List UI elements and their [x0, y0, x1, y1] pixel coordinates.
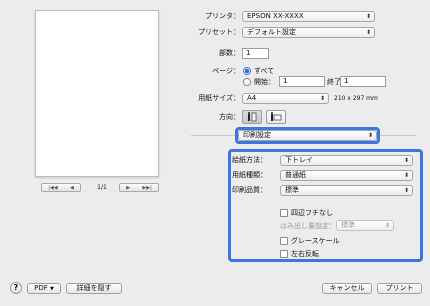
preset-value: デフォルト設定: [247, 28, 296, 36]
page-preview: [35, 10, 159, 177]
media-type-value: 普通紙: [285, 171, 306, 179]
chevron-updown-icon: ⬍: [384, 222, 390, 229]
page-indicator: 1/1: [97, 184, 107, 191]
copies-label: 部数：: [219, 49, 240, 57]
chevron-updown-icon: ⬍: [367, 132, 373, 139]
portrait-button[interactable]: [242, 110, 262, 124]
pages-from-input[interactable]: 1: [279, 76, 325, 87]
pages-range-radio[interactable]: [243, 78, 251, 86]
pages-to-input[interactable]: 1: [340, 76, 386, 87]
next-page-icon[interactable]: ▶: [126, 185, 130, 191]
preset-label: プリセット：: [198, 28, 240, 36]
expansion-value: 標準: [341, 221, 355, 229]
section-value: 印刷設定: [243, 131, 271, 139]
paper-source-label: 給紙方法：: [232, 156, 267, 164]
copies-input[interactable]: 1: [242, 48, 269, 59]
first-page-icon[interactable]: |◀◀: [48, 185, 57, 191]
printer-select[interactable]: EPSON XX-XXXX ⬍: [242, 11, 375, 22]
help-button[interactable]: ?: [10, 282, 22, 294]
printer-label: プリンタ：: [205, 12, 240, 20]
orientation-label: 方向：: [219, 113, 240, 121]
preview-nav-back: |◀◀ ◀: [41, 183, 81, 192]
paper-size-value: A4: [247, 94, 257, 102]
grayscale-checkbox[interactable]: [280, 237, 288, 245]
separator-left: [191, 135, 235, 136]
separator-right: [380, 135, 416, 136]
portrait-icon: [248, 112, 257, 122]
paper-dimensions: 210 x 297 mm: [334, 95, 378, 102]
mirror-checkbox[interactable]: [280, 250, 288, 258]
paper-source-value: 下トレイ: [285, 156, 313, 164]
chevron-updown-icon: ⬍: [403, 187, 409, 194]
pages-from-label: 開始：: [254, 78, 275, 86]
chevron-updown-icon: ⬍: [403, 157, 409, 164]
section-select[interactable]: 印刷設定 ⬍: [238, 130, 377, 141]
chevron-updown-icon: ⬍: [365, 13, 371, 20]
landscape-button[interactable]: [266, 110, 286, 124]
pages-all-radio[interactable]: [243, 67, 251, 75]
pages-all-label: すべて: [254, 67, 275, 75]
expansion-select[interactable]: 標準 ⬍: [336, 220, 394, 231]
pdf-label: PDF: [34, 284, 48, 292]
last-page-icon[interactable]: ▶▶|: [142, 185, 151, 191]
help-icon: ?: [13, 283, 19, 292]
paper-size-label: 用紙サイズ：: [198, 94, 240, 102]
preview-nav-forward: ▶ ▶▶|: [119, 183, 159, 192]
paper-size-select[interactable]: A4 ⬍: [242, 93, 329, 104]
pdf-menu-button[interactable]: PDF ▼: [27, 283, 61, 294]
chevron-updown-icon: ⬍: [319, 95, 325, 102]
chevron-down-icon: ▼: [50, 286, 54, 292]
pages-label: ページ：: [212, 67, 240, 75]
cancel-button[interactable]: キャンセル: [322, 283, 372, 294]
media-type-select[interactable]: 普通紙 ⬍: [280, 170, 413, 181]
landscape-icon: [271, 112, 282, 121]
print-quality-value: 標準: [285, 186, 299, 194]
borderless-checkbox[interactable]: [280, 209, 288, 217]
prev-page-icon[interactable]: ◀: [70, 185, 74, 191]
borderless-label: 四辺フチなし: [291, 209, 333, 217]
mirror-label: 左右反転: [291, 250, 319, 258]
expansion-label: はみ出し量設定：: [280, 222, 336, 230]
grayscale-label: グレースケール: [291, 237, 340, 245]
preset-select[interactable]: デフォルト設定 ⬍: [242, 27, 375, 38]
hide-details-button[interactable]: 詳細を隠す: [66, 283, 122, 294]
printer-value: EPSON XX-XXXX: [247, 12, 304, 20]
print-quality-label: 印刷品質：: [232, 186, 267, 194]
chevron-updown-icon: ⬍: [403, 172, 409, 179]
print-button[interactable]: プリント: [377, 283, 422, 294]
chevron-updown-icon: ⬍: [365, 29, 371, 36]
print-quality-select[interactable]: 標準 ⬍: [280, 185, 413, 196]
media-type-label: 用紙種類：: [232, 171, 267, 179]
paper-source-select[interactable]: 下トレイ ⬍: [280, 155, 413, 166]
